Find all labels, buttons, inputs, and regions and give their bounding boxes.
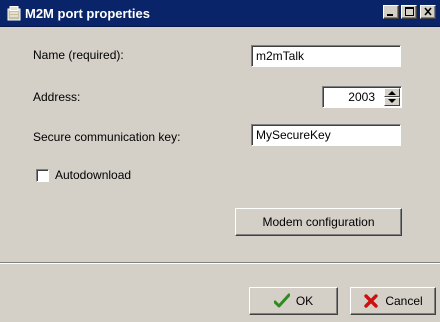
close-button[interactable] — [420, 5, 436, 19]
name-field[interactable]: m2mTalk — [251, 45, 401, 67]
address-spinner[interactable]: 2003 — [322, 86, 402, 108]
key-field[interactable]: MySecureKey — [251, 124, 401, 146]
minimize-button[interactable] — [383, 5, 399, 19]
ok-button[interactable]: OK — [249, 287, 338, 315]
close-icon — [424, 7, 432, 16]
title-bar[interactable]: M2M port properties — [0, 0, 440, 27]
name-label: Name (required): — [33, 48, 124, 62]
modem-configuration-button[interactable]: Modem configuration — [235, 208, 402, 236]
autodownload-label[interactable]: Autodownload — [55, 168, 131, 182]
arrow-up-icon — [388, 91, 396, 95]
checkmark-icon — [273, 293, 291, 309]
maximize-icon — [405, 7, 414, 16]
x-icon — [363, 293, 379, 309]
window-title: M2M port properties — [25, 6, 150, 21]
ok-label: OK — [295, 294, 314, 308]
spin-up-button[interactable] — [384, 88, 400, 97]
cancel-label: Cancel — [385, 294, 423, 308]
document-icon[interactable] — [7, 6, 21, 21]
footer-separator — [0, 262, 440, 264]
arrow-down-icon — [388, 99, 396, 103]
spin-down-button[interactable] — [384, 97, 400, 106]
maximize-button[interactable] — [401, 5, 417, 19]
key-label: Secure communication key: — [33, 130, 181, 144]
modem-configuration-label: Modem configuration — [262, 215, 375, 229]
address-value: 2003 — [348, 90, 375, 104]
address-label: Address: — [33, 90, 81, 104]
minimize-icon — [387, 14, 393, 16]
autodownload-checkbox[interactable] — [36, 169, 49, 182]
cancel-button[interactable]: Cancel — [350, 287, 436, 315]
